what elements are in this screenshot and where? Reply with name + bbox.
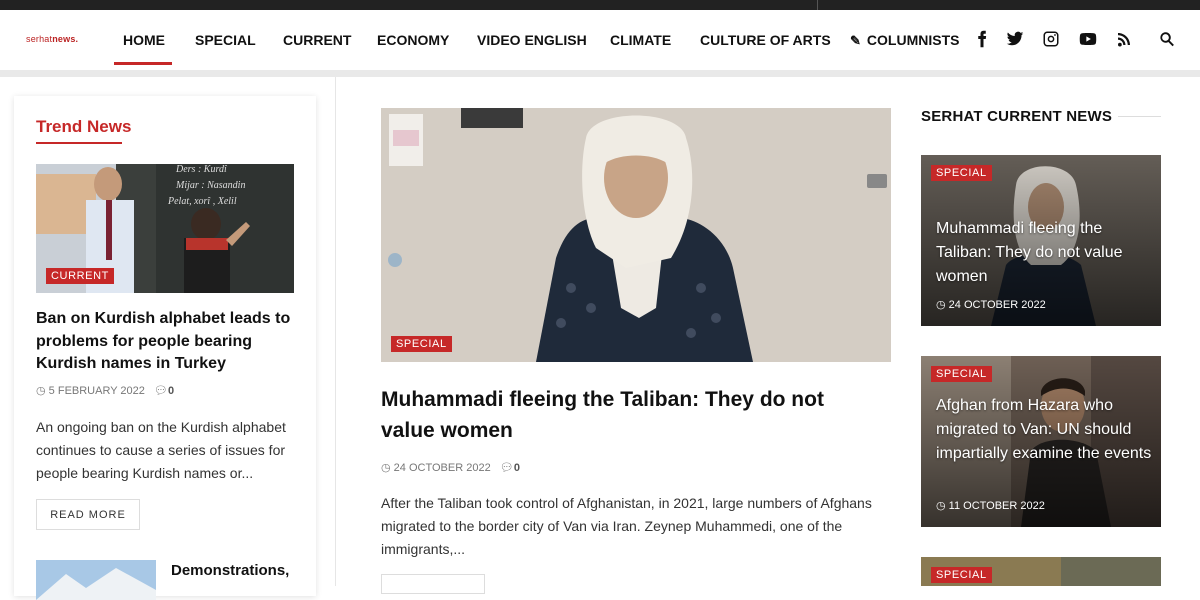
card-title[interactable]: Afghan from Hazara who migrated to Van: … bbox=[936, 394, 1156, 466]
nav-video-english[interactable]: VIDEO ENGLISH bbox=[477, 32, 587, 48]
comment-icon[interactable]: 💬︎ bbox=[154, 385, 168, 397]
nav-home[interactable]: HOME bbox=[123, 32, 165, 48]
comment-icon[interactable]: 💬︎ bbox=[500, 462, 514, 474]
featured-article-date: 24 OCTOBER 2022 bbox=[393, 462, 491, 474]
trend-news-underline bbox=[36, 142, 122, 144]
trend-article-excerpt: An ongoing ban on the Kurdish alphabet c… bbox=[36, 419, 286, 481]
category-badge[interactable]: SPECIAL bbox=[931, 567, 992, 583]
clock-icon: ◷ bbox=[36, 385, 46, 397]
youtube-icon[interactable] bbox=[1077, 28, 1099, 50]
nav-special[interactable]: SPECIAL bbox=[195, 32, 256, 48]
clock-icon: ◷ bbox=[936, 500, 946, 512]
trend-article-date: 5 FEBRUARY 2022 bbox=[48, 385, 145, 397]
card-date-text: 11 OCTOBER 2022 bbox=[948, 500, 1045, 512]
sidebar-title: SERHAT CURRENT NEWS bbox=[921, 108, 1113, 125]
category-badge[interactable]: SPECIAL bbox=[931, 165, 992, 181]
logo-suffix: news. bbox=[52, 34, 79, 44]
trend-article-title[interactable]: Ban on Kurdish alphabet leads to problem… bbox=[36, 308, 298, 376]
pencil-icon: ✎ bbox=[850, 33, 861, 48]
logo-prefix: serhat bbox=[26, 34, 53, 44]
category-badge[interactable]: SPECIAL bbox=[931, 366, 992, 382]
card-date: ◷ 11 OCTOBER 2022 bbox=[936, 499, 1045, 512]
column-divider bbox=[335, 77, 336, 586]
category-badge[interactable]: CURRENT bbox=[46, 268, 114, 284]
nav-current[interactable]: CURRENT bbox=[283, 32, 351, 48]
instagram-icon[interactable] bbox=[1040, 28, 1062, 50]
card-date-text: 24 OCTOBER 2022 bbox=[948, 299, 1046, 311]
trend-article-comments[interactable]: 0 bbox=[168, 385, 174, 397]
twitter-icon[interactable] bbox=[1004, 28, 1026, 50]
featured-article-meta: ◷ 24 OCTOBER 2022 💬︎0 bbox=[381, 461, 520, 474]
featured-article-title[interactable]: Muhammadi fleeing the Taliban: They do n… bbox=[381, 384, 881, 446]
read-more-button[interactable]: READ MORE bbox=[36, 499, 140, 530]
trend-news-title: Trend News bbox=[36, 117, 132, 136]
nav-climate[interactable]: CLIMATE bbox=[610, 32, 671, 48]
search-icon[interactable] bbox=[1156, 28, 1178, 50]
featured-article-comments[interactable]: 0 bbox=[514, 462, 520, 474]
rss-icon[interactable] bbox=[1113, 28, 1135, 50]
card-date: ◷ 24 OCTOBER 2022 bbox=[936, 298, 1046, 311]
sidebar-card[interactable]: SPECIAL Afghan from Hazara who migrated … bbox=[921, 356, 1161, 527]
nav-active-indicator bbox=[114, 62, 172, 65]
nav-columnists[interactable]: ✎ COLUMNISTS bbox=[850, 32, 959, 49]
facebook-icon[interactable] bbox=[971, 28, 993, 50]
featured-article-excerpt: After the Taliban took control of Afghan… bbox=[381, 495, 872, 557]
woman-portrait-image bbox=[381, 108, 891, 362]
trend-news-widget: Trend News Ders : Kurdî Mijar : Nasandin… bbox=[14, 96, 316, 600]
nav-economy[interactable]: ECONOMY bbox=[377, 32, 449, 48]
mountain-image bbox=[36, 560, 156, 600]
site-header: serhatnews. HOME SPECIAL CURRENT ECONOMY… bbox=[0, 10, 1200, 70]
featured-article-image[interactable]: SPECIAL bbox=[381, 108, 891, 362]
next-article-title[interactable]: Demonstrations, bbox=[171, 562, 289, 579]
sidebar-card[interactable]: SPECIAL bbox=[921, 557, 1161, 586]
trend-article-thumbnail[interactable]: Ders : Kurdî Mijar : Nasandin Pelat, xor… bbox=[36, 164, 294, 293]
site-logo[interactable]: serhatnews. bbox=[26, 34, 78, 44]
clock-icon: ◷ bbox=[936, 299, 946, 311]
board-line-2: Mijar : Nasandin bbox=[175, 180, 245, 191]
featured-read-more-button[interactable] bbox=[381, 574, 485, 594]
board-line-3: Pelat, xorî , Xelil bbox=[167, 196, 237, 207]
sidebar-card[interactable]: SPECIAL Muhammadi fleeing the Taliban: T… bbox=[921, 155, 1161, 326]
next-article-thumbnail[interactable] bbox=[36, 560, 156, 600]
board-line-1: Ders : Kurdî bbox=[175, 164, 228, 175]
category-badge[interactable]: SPECIAL bbox=[391, 336, 452, 352]
top-bar bbox=[0, 0, 1200, 10]
nav-columnists-label: COLUMNISTS bbox=[866, 32, 960, 48]
card-title[interactable]: Muhammadi fleeing the Taliban: They do n… bbox=[936, 217, 1151, 289]
trend-article-meta: ◷ 5 FEBRUARY 2022 💬︎0 bbox=[36, 384, 174, 397]
top-bar-divider bbox=[817, 0, 818, 10]
clock-icon: ◷ bbox=[381, 462, 391, 474]
header-separator bbox=[0, 70, 1200, 77]
sidebar-title-rule bbox=[1118, 116, 1161, 117]
nav-culture-of-arts[interactable]: CULTURE OF ARTS bbox=[700, 32, 831, 48]
